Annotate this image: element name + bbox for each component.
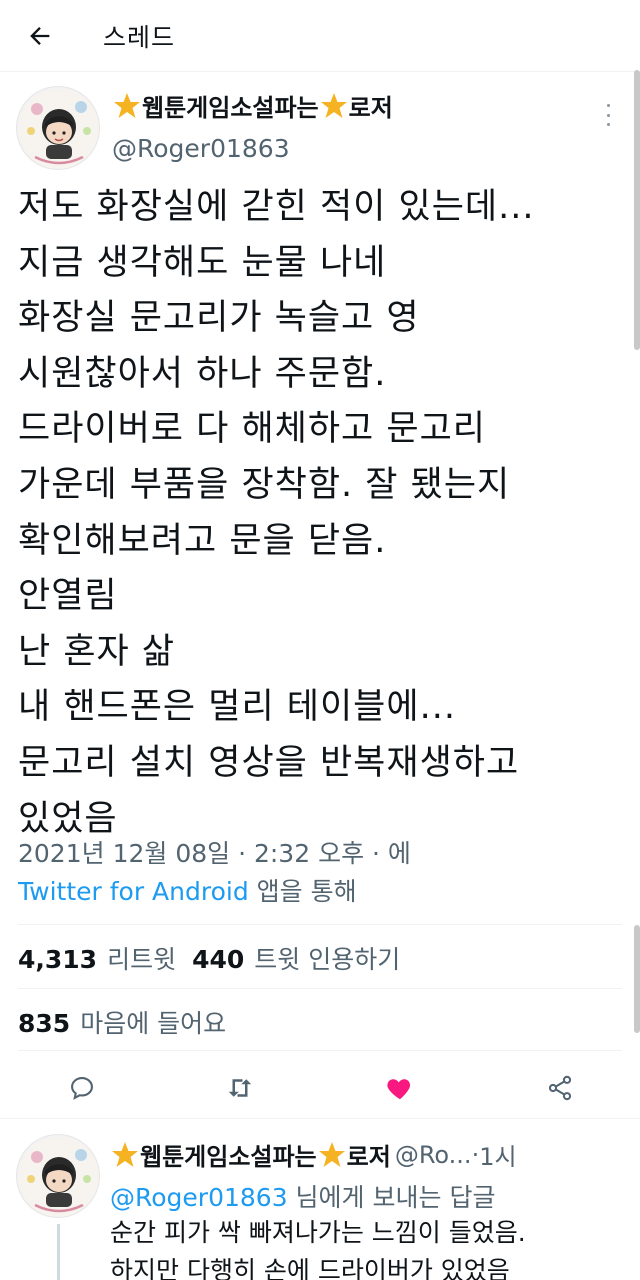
divider <box>0 1118 640 1119</box>
tweet-line: 가운데 부품을 장착함. 잘 됐는지 <box>18 464 511 505</box>
share-button[interactable] <box>540 1068 580 1108</box>
retweet-button[interactable] <box>220 1068 260 1108</box>
reply-line: 하지만 다행히 손에 드라이버가 있었음 <box>110 1256 510 1280</box>
replying-suffix: 님에게 보내는 답글 <box>287 1183 496 1212</box>
tweet-line: 시원찮아서 하나 주문함. <box>18 353 387 394</box>
share-icon <box>548 1075 572 1101</box>
engagement-stats: 4,313 리트윗 440 트윗 인용하기 <box>18 940 416 976</box>
likes-stats: 835 마음에 들어요 <box>18 1004 242 1040</box>
client-link[interactable]: Twitter for Android <box>18 877 249 906</box>
tweet-line: 안열림 <box>18 576 118 617</box>
star-emoji-icon <box>320 92 347 118</box>
quote-label[interactable]: 트윗 인용하기 <box>254 940 400 976</box>
more-options-icon[interactable] <box>598 100 618 130</box>
scrollbar-secondary[interactable] <box>634 925 640 1033</box>
reply-display-name[interactable]: 웹툰게임소설파는 로저 @Ro... · 1시 <box>110 1137 517 1172</box>
retweet-count[interactable]: 4,313 <box>18 945 97 974</box>
display-name[interactable]: 웹툰게임소설파는 로저 <box>112 88 393 123</box>
divider <box>18 1050 622 1051</box>
star-emoji-icon <box>112 1141 138 1167</box>
client-suffix: 앱을 통해 <box>248 877 357 906</box>
tweet-line: 내 핸드폰은 멀리 테이블에... <box>18 687 456 728</box>
tweet-line: 화장실 문고리가 녹슬고 영 <box>18 298 420 339</box>
tweet-timestamp[interactable]: 2021년 12월 08일 · 2:32 오후 · 에 <box>18 834 411 870</box>
display-name-part2: 로저 <box>348 94 393 122</box>
replying-to: @Roger01863 님에게 보내는 답글 <box>110 1178 495 1214</box>
tweet-text: 저도 화장실에 갇힌 적이 있는데... 지금 생각해도 눈물 나네 화장실 문… <box>18 180 618 847</box>
action-bar <box>0 1062 640 1110</box>
thread-line <box>57 1224 60 1280</box>
star-emoji-icon <box>318 1141 345 1167</box>
tweet-line: 드라이버로 다 해체하고 문고리 <box>18 409 486 450</box>
tweet-line: 문고리 설치 영상을 반복재생하고 <box>18 742 520 783</box>
reply-line: 순간 피가 싹 빠져나가는 느낌이 들었음. <box>110 1218 526 1247</box>
display-name-part1: 웹툰게임소설파는 <box>142 94 319 122</box>
tweet-line: 난 혼자 삶 <box>18 631 176 672</box>
tweet-line: 저도 화장실에 갇힌 적이 있는데... <box>18 187 535 227</box>
retweet-label[interactable]: 리트윗 <box>107 940 176 976</box>
back-button[interactable] <box>20 16 60 56</box>
tweet-source: Twitter for Android 앱을 통해 <box>18 872 357 908</box>
star-emoji-icon <box>114 92 140 118</box>
divider <box>18 924 622 925</box>
like-label[interactable]: 마음에 들어요 <box>80 1004 226 1040</box>
arrow-left-icon <box>30 27 50 45</box>
tweet-line: 지금 생각해도 눈물 나네 <box>18 242 387 283</box>
page-title: 스레드 <box>103 23 176 52</box>
tweet-line: 확인해보려고 문을 닫음. <box>18 520 387 561</box>
divider <box>18 988 622 989</box>
like-count[interactable]: 835 <box>18 1009 70 1038</box>
quote-count[interactable]: 440 <box>192 945 244 974</box>
user-handle[interactable]: @Roger01863 <box>112 134 290 163</box>
avatar[interactable] <box>16 86 100 170</box>
mention-link[interactable]: @Roger01863 <box>110 1183 288 1212</box>
reply-avatar[interactable] <box>16 1134 100 1218</box>
like-button[interactable] <box>380 1068 420 1108</box>
reply-button[interactable] <box>62 1068 102 1108</box>
retweet-icon <box>228 1079 252 1097</box>
reply-time[interactable]: 1시 <box>479 1137 516 1172</box>
top-bar: 스레드 <box>0 0 640 72</box>
reply-handle[interactable]: @Ro... <box>395 1141 472 1169</box>
reply-name-part1: 웹툰게임소설파는 <box>140 1143 317 1171</box>
reply-text: 순간 피가 싹 빠져나가는 느낌이 들었음. 하지만 다행히 손에 드라이버가 … <box>110 1214 610 1280</box>
reply-separator: · <box>471 1140 480 1169</box>
heart-filled-icon <box>387 1079 411 1100</box>
reply-bubble-icon <box>71 1077 93 1100</box>
reply-name-part2: 로저 <box>346 1143 391 1171</box>
scrollbar[interactable] <box>634 70 640 350</box>
